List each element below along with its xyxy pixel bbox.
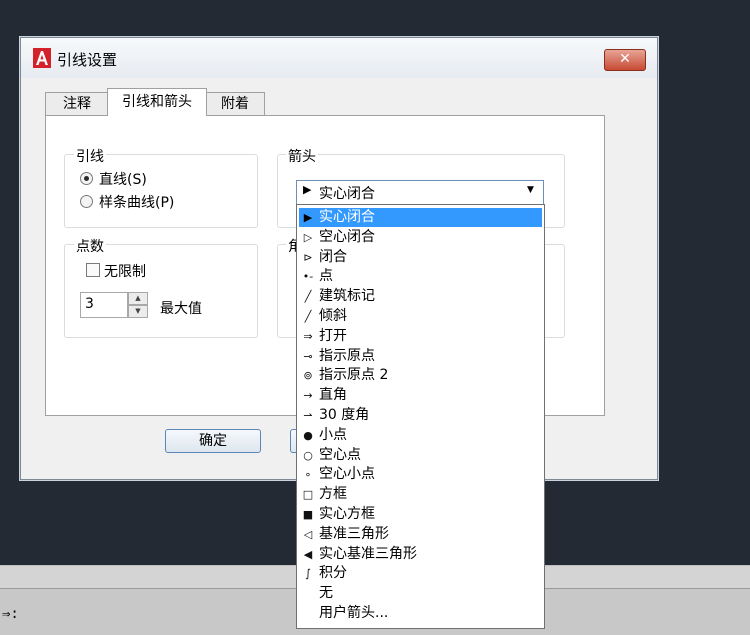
dropdown-item-label: 建筑标记 [319,288,375,305]
dropdown-item-label: 实心方框 [319,506,375,522]
arrow-combobox[interactable]: ▶ 实心闭合 ▼ [296,180,544,205]
dropdown-item-label: 基准三角形 [319,525,389,542]
spline-radio[interactable] [80,195,93,208]
dropdown-item[interactable]: ⇀ 30 度角 [299,406,542,425]
close-button[interactable]: ✕ [604,49,646,71]
close-icon: ✕ [619,51,631,67]
dropdown-item-label: 30 度角 [319,407,370,423]
max-points-input[interactable]: 3 [80,292,128,318]
dropdown-item-label: 积分 [319,565,347,582]
dot-small-blank-icon: ∘ [304,468,312,482]
open-30-icon: ⇀ [303,409,313,422]
datum-triangle-filled-icon: ◀ [303,547,313,561]
dialog-title: 引线设置 [57,51,118,69]
straight-label[interactable]: 直线(S) [99,169,147,189]
autocad-logo-icon [33,48,51,68]
dropdown-item[interactable]: □ 方框 [299,485,542,504]
dropdown-item-label: 空心闭合 [319,228,375,245]
dropdown-item[interactable]: ╱ 建筑标记 [299,287,542,306]
dropdown-item[interactable]: ⊚ 指示原点 2 [299,366,542,385]
tab-annotation[interactable]: 注释 [45,92,109,115]
dropdown-item-label: 小点 [319,426,347,443]
dropdown-item[interactable]: ▷ 空心闭合 [299,228,542,247]
dropdown-item-label: 直角 [319,387,347,404]
arrow-group-title: 箭头 [286,146,318,166]
dropdown-item[interactable]: 无 [299,584,542,603]
arrow-dropdown-list[interactable]: ▶ 实心闭合 ▷ 空心闭合 ⊳ 闭合 •- 点 ╱ 建筑标记 ╱ 倾斜 ⇒ 打开 ⊸ 指示原点 ⊚ 指示原点 2 →… [296,204,545,629]
spin-up-icon: ▲ [135,294,141,302]
dropdown-item[interactable]: → 直角 [299,386,542,405]
dropdown-item[interactable]: ⊳ 闭合 [299,248,542,267]
dot-small-icon: ● [303,428,313,442]
dropdown-item[interactable]: ╱ 倾斜 [299,307,542,326]
points-group-title: 点数 [74,236,106,256]
max-value-label: 最大值 [160,301,202,317]
dropdown-item[interactable]: ◁ 基准三角形 [299,525,542,544]
dropdown-item-label: 用户箭头... [319,605,389,621]
arrow-combobox-value: 实心闭合 [319,186,375,202]
dropdown-item-label: 打开 [319,327,347,344]
dropdown-item-label: 实心基准三角形 [319,545,417,562]
ok-button[interactable]: 确定 [165,429,261,453]
no-limit-label[interactable]: 无限制 [104,261,146,281]
box-blank-icon: □ [302,488,314,502]
oblique-icon: ╱ [304,310,312,323]
dropdown-item[interactable]: ▶ 实心闭合 [299,208,542,227]
dropdown-item[interactable]: ⊸ 指示原点 [299,347,542,366]
dropdown-item[interactable]: ∘ 空心小点 [299,465,542,484]
dropdown-item[interactable]: 用户箭头... [299,604,542,623]
dropdown-item[interactable]: ■ 实心方框 [299,505,542,524]
integral-icon: ∫ [305,567,311,581]
dot-blank-icon: ○ [303,448,313,462]
right-angle-icon: → [303,389,313,403]
dropdown-item[interactable]: ○ 空心点 [299,446,542,465]
dropdown-item-label: 闭合 [319,248,347,265]
tab-leader-arrow[interactable]: 引线和箭头 [107,88,207,116]
points-group [64,244,258,338]
user-arrow-icon [299,604,317,623]
open-arrow-icon: ⇒ [303,329,313,343]
dropdown-item[interactable]: ◀ 实心基准三角形 [299,545,542,564]
dropdown-item-label: 实心闭合 [319,208,375,227]
closed-arrow-icon: ⊳ [303,250,313,264]
leader-group-title: 引线 [74,146,106,166]
dropdown-item-label: 指示原点 2 [319,367,389,384]
dropdown-item-label: 方框 [319,486,347,503]
spline-label[interactable]: 样条曲线(P) [99,192,174,212]
box-filled-icon: ■ [302,508,314,521]
dropdown-item[interactable]: ⇒ 打开 [299,327,542,346]
solid-closed-arrow-icon: ▶ [303,183,312,196]
tab-attachment[interactable]: 附着 [205,92,265,115]
origin-indicator-2-icon: ⊚ [303,369,313,383]
command-prompt: ⇒: [2,606,19,622]
chevron-down-icon: ▼ [527,185,534,195]
dropdown-item-label: 空心小点 [319,466,375,483]
dropdown-item[interactable]: ● 小点 [299,426,542,445]
spin-up-button[interactable]: ▲ [128,292,148,305]
origin-indicator-icon: ⊸ [303,349,313,363]
spin-down-icon: ▼ [135,307,141,315]
straight-radio[interactable] [80,172,93,185]
dropdown-item-label: 空心点 [319,446,361,463]
dialog-titlebar[interactable]: 引线设置 ✕ [21,38,657,78]
architectural-tick-icon: ╱ [304,290,312,304]
spin-down-button[interactable]: ▼ [128,305,148,318]
no-limit-checkbox[interactable] [86,263,100,277]
none-icon [299,584,317,603]
solid-closed-arrow-icon: ▶ [303,211,313,224]
hollow-closed-arrow-icon: ▷ [303,230,313,244]
dot-icon: •- [302,270,314,284]
datum-triangle-icon: ◁ [303,527,313,541]
dropdown-item-label: 指示原点 [319,347,375,364]
dropdown-item[interactable]: •- 点 [299,267,542,286]
dropdown-item-label: 点 [319,268,333,285]
dropdown-item-label: 倾斜 [319,308,347,324]
dropdown-item-label: 无 [319,585,333,602]
dropdown-item[interactable]: ∫ 积分 [299,564,542,583]
